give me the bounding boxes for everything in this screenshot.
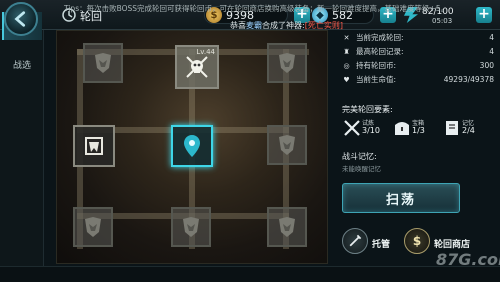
energy-timer: 05:03 [432,17,453,25]
announce-player: 麦霸 [246,21,262,30]
map-node-locked[interactable] [83,43,123,83]
stat-value: 4 [489,47,494,56]
heart-icon: ♥ [343,75,350,84]
skull-crossed-swords-icon [186,56,208,78]
map-node-current[interactable] [171,125,213,167]
shop-button[interactable]: $ [404,228,430,254]
wolf-crest-icon [95,53,111,73]
memory-book-icon [446,121,458,135]
location-pin-icon [184,135,200,157]
boss-level: Lv.44 [196,48,215,56]
map-node-cleared[interactable] [73,125,115,167]
wolf-crest-icon [279,217,295,237]
info-panel: ✕ 当前完成轮回: 4 ♜ 最高轮回记录: 4 ◎ 持有轮回币: 300 ♥ 当… [334,30,500,266]
back-arrow-icon [14,11,26,27]
announce-mid: 合成了神器: [262,21,305,30]
req-chest: 宝箱 1/3 [392,118,440,144]
reincarnation-map: Lv.44 [56,30,328,264]
stat-value: 300 [479,61,494,70]
tab-battle[interactable]: 战选 [2,50,42,78]
sword-icon [349,234,362,247]
wolf-crest-icon [279,135,295,155]
memory-subtitle: 未能唤醒记忆 [342,165,381,173]
req-count: 1/3 [412,126,425,135]
cracked-chest-icon [85,137,103,155]
tips-text: Tips：每次击败BOSS完成轮回可获得轮回币，可在轮回商店换购高级装备；新一轮… [64,4,449,13]
req-trial: 试炼 3/10 [342,118,390,144]
stat-coins: ◎ 持有轮回币: 300 [342,60,494,71]
stat-label: 当前生命值: [356,75,397,84]
stat-value: 49293/49378 [443,75,494,84]
stat-current-reincarnation: ✕ 当前完成轮回: 4 [342,32,494,43]
treasure-chest-icon [395,122,409,135]
map-node-locked[interactable] [267,43,307,83]
shop-coin-icon: $ [412,234,422,248]
wolf-crest-icon [279,53,295,73]
auto-battle-button[interactable] [342,228,368,254]
crossed-swords-icon [344,120,360,136]
req-memory: 记忆 2/4 [442,118,490,144]
wolf-crest-icon [85,217,101,237]
requirements-title: 完美轮回要素: [342,105,393,114]
shop-label[interactable]: 轮回商店 [434,237,470,250]
add-energy-button[interactable]: + [476,7,492,23]
coin-icon: ◎ [343,61,350,70]
req-count: 2/4 [462,126,475,135]
tips-bar [0,266,500,282]
map-node-locked[interactable] [171,207,211,247]
stat-hp: ♥ 当前生命值: 49293/49378 [342,74,494,85]
crossed-swords-icon: ✕ [343,33,350,42]
stat-label: 当前完成轮回: [356,33,404,42]
announce-item: [死亡实则] [304,21,343,30]
memory-title: 战斗记忆: [342,152,377,161]
map-node-boss[interactable]: Lv.44 [175,45,219,89]
req-count: 3/10 [362,126,380,135]
stat-value: 4 [489,33,494,42]
trophy-icon: ♜ [343,47,350,56]
stat-max-record: ♜ 最高轮回记录: 4 [342,46,494,57]
map-node-locked[interactable] [267,207,307,247]
back-button[interactable] [4,2,38,36]
map-node-locked[interactable] [267,125,307,165]
map-node-locked[interactable] [73,207,113,247]
wolf-crest-icon [183,217,199,237]
stat-label: 最高轮回记录: [356,47,404,56]
stat-label: 持有轮回币: [356,61,397,70]
sweep-button[interactable]: 扫荡 [342,183,460,213]
announce-prefix: 恭喜 [230,21,246,30]
watermark: 87G.com [436,250,500,269]
auto-battle-label[interactable]: 托管 [372,237,390,250]
